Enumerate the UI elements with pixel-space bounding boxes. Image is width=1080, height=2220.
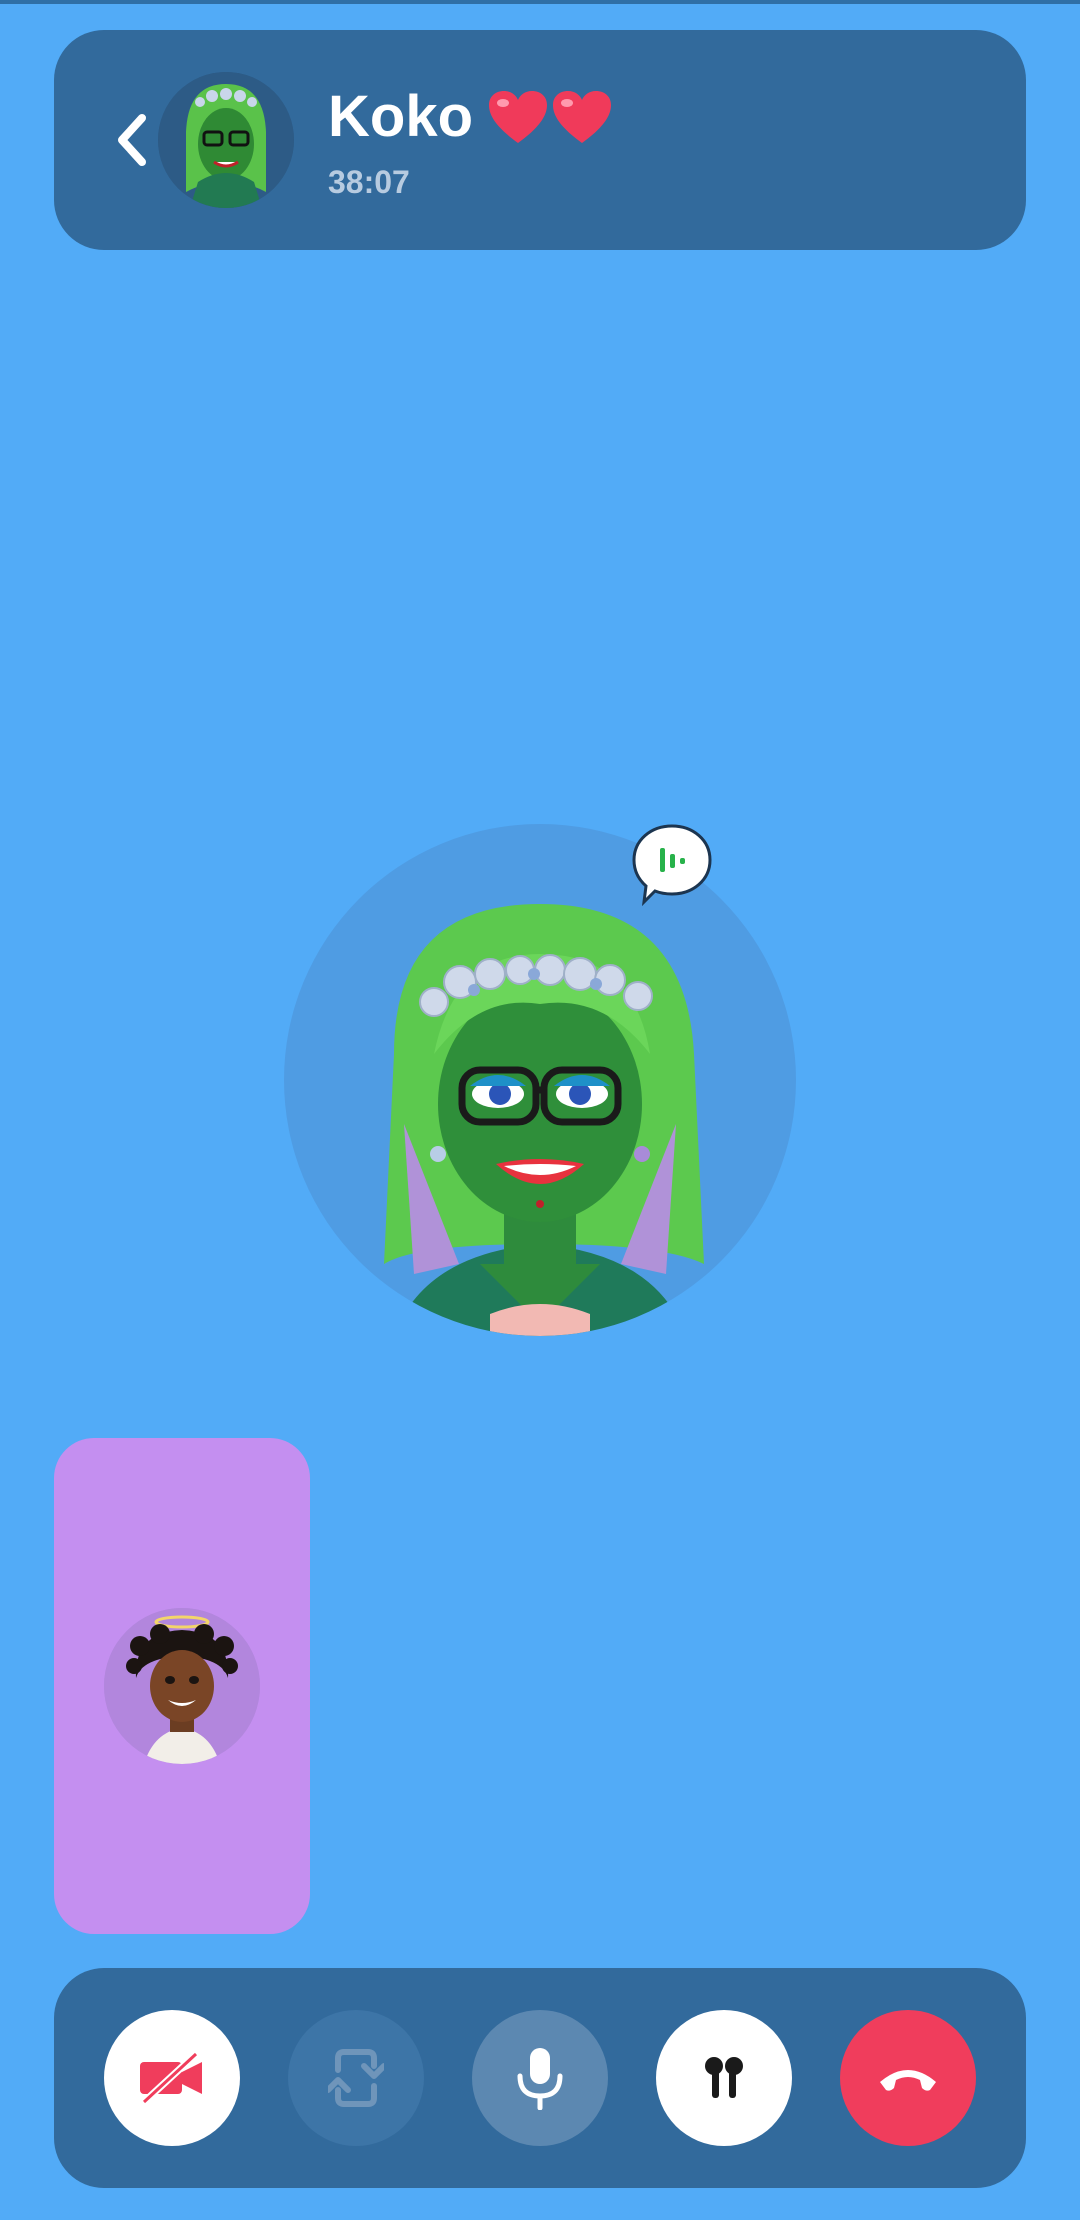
end-call-icon xyxy=(880,2070,936,2091)
audio-output-button[interactable] xyxy=(656,2010,792,2146)
status-strip xyxy=(0,0,1080,4)
heart-icon xyxy=(553,91,611,143)
microphone-icon xyxy=(517,2048,563,2110)
heart-icon xyxy=(489,91,547,143)
camera-toggle-button[interactable] xyxy=(104,2010,240,2146)
call-duration: 38:07 xyxy=(328,164,410,200)
end-call-button[interactable] xyxy=(840,2010,976,2146)
flip-camera-icon xyxy=(328,2049,384,2107)
flip-camera-button[interactable] xyxy=(288,2010,424,2146)
earbuds-icon xyxy=(705,2057,743,2098)
video-off-icon xyxy=(140,2051,202,2105)
hearts-emoji xyxy=(487,89,613,145)
call-controls-bar xyxy=(54,1968,1026,2188)
microphone-button[interactable] xyxy=(472,2010,608,2146)
contact-name: Koko xyxy=(328,84,473,149)
contact-avatar[interactable] xyxy=(158,72,294,208)
remote-participant-avatar xyxy=(284,824,796,1336)
speaking-bubble-icon xyxy=(632,824,712,906)
self-view-tile[interactable] xyxy=(54,1438,310,1934)
contact-name-row: Koko xyxy=(328,88,613,146)
chevron-left-icon xyxy=(118,114,146,166)
call-header: Koko 38:07 xyxy=(54,30,1026,250)
self-avatar xyxy=(104,1608,260,1764)
